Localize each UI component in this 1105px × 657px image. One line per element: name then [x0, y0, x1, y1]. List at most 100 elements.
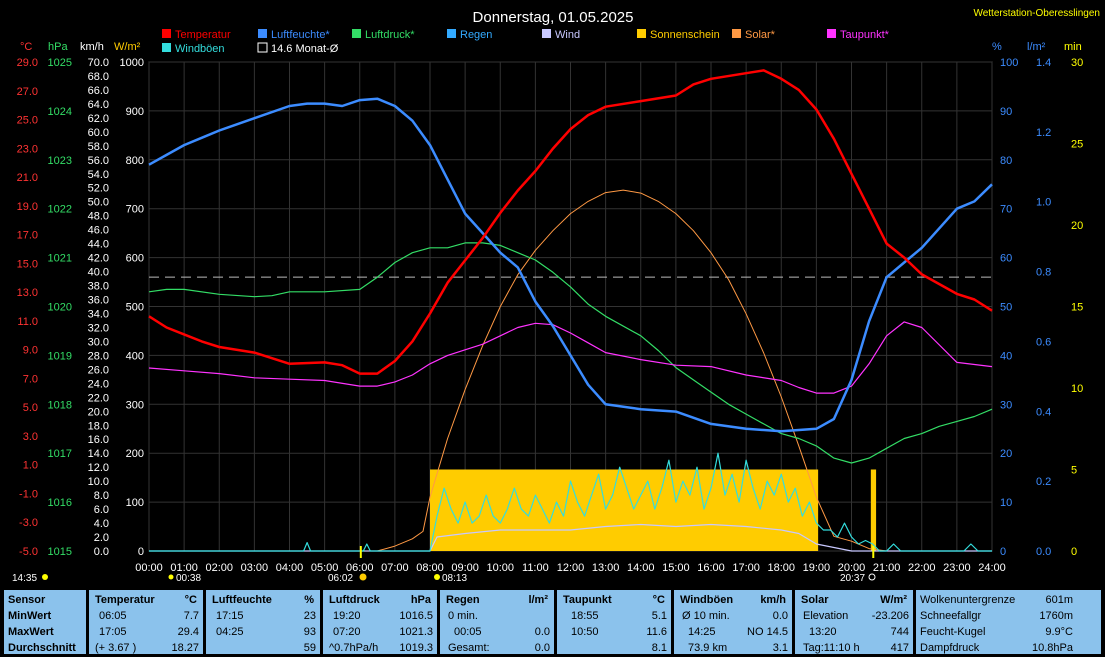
wetbulb-label: Feucht-Kugel	[920, 626, 986, 638]
press-max-time: 07:20	[333, 626, 361, 638]
rain-total-label: Gesamt:	[448, 642, 490, 654]
kmh-tick: 2.0	[94, 532, 109, 544]
x-tick: 02:00	[205, 562, 233, 574]
temp-tick: 21.0	[17, 172, 38, 184]
kmh-tick: 8.0	[94, 490, 109, 502]
kmh-tick: 4.0	[94, 518, 109, 530]
panel-solar: Solar W/m² Elevation -23.206 13:20 744 Tag:…	[795, 590, 913, 654]
solar-daylength: Tag:11:10 h	[803, 642, 860, 654]
legend-label: Solar*	[745, 29, 776, 41]
panel-temp: Temperatur °C 06:05 7.7 17:05 29.4 (+ 3.67 …	[89, 590, 203, 654]
pct-tick: 70	[1000, 204, 1012, 216]
hum-max-time: 04:25	[216, 626, 244, 638]
unit-min: min	[1064, 41, 1082, 53]
wind-max-value: NO 14.5	[747, 626, 788, 638]
kmh-tick: 46.0	[88, 225, 109, 237]
min-tick: 5	[1071, 465, 1077, 477]
vapor-label: Dampfdruck	[920, 642, 980, 654]
kmh-tick: 6.0	[94, 504, 109, 516]
legend-label: Regen	[460, 29, 492, 41]
lm2-tick: 1.4	[1036, 57, 1051, 69]
legend-swatch	[732, 29, 741, 38]
rain-unit: l/m²	[528, 594, 548, 606]
kmh-tick: 18.0	[88, 420, 109, 432]
temp-tick: 23.0	[17, 143, 38, 155]
temp-tick: 1.0	[23, 460, 38, 472]
panel-rain: Regen l/m² 0 min. 00:05 0.0 Gesamt: 0.0	[440, 590, 554, 654]
temp-tick: 5.0	[23, 402, 38, 414]
unit-wm2: W/m²	[114, 41, 141, 53]
wm2-tick: 500	[126, 302, 144, 314]
kmh-tick: 20.0	[88, 406, 109, 418]
pct-tick: 30	[1000, 399, 1012, 411]
wm2-tick: 700	[126, 204, 144, 216]
legend-item: Sonnenschein	[637, 29, 720, 41]
hpa-tick: 1025	[48, 57, 72, 69]
pct-tick: 60	[1000, 253, 1012, 265]
temp-title: Temperatur	[95, 594, 155, 606]
marker-moonset: 00:38	[176, 573, 201, 584]
panel-wind: Windböen km/h Ø 10 min. 0.0 14:25 NO 14.5 7…	[674, 590, 792, 654]
wm2-tick: 800	[126, 155, 144, 167]
panel-hum: Luftfeuchte% 17:15 23 04:25 93 59	[206, 590, 320, 654]
kmh-tick: 64.0	[88, 99, 109, 111]
legend-swatch	[827, 29, 836, 38]
x-tick: 17:00	[732, 562, 760, 574]
hpa-tick: 1020	[48, 302, 72, 314]
wm2-tick: 200	[126, 448, 144, 460]
kmh-tick: 0.0	[94, 546, 109, 558]
temp-tick: 11.0	[17, 316, 38, 328]
hpa-tick: 1021	[48, 253, 72, 265]
legend-swatch	[162, 43, 171, 52]
temp-tick: 17.0	[17, 230, 38, 242]
legend-item: 14.6 Monat-Ø	[257, 42, 339, 55]
pct-tick: 100	[1000, 57, 1018, 69]
temp-avg-note: (+ 3.67 )	[95, 642, 137, 654]
temp-avg-value: 18.27	[171, 642, 199, 654]
x-tick: 08:00	[416, 562, 444, 574]
press-title: Luftdruck	[329, 594, 380, 606]
hpa-tick: 1019	[48, 350, 72, 362]
row-label-max: MaxWert	[8, 626, 54, 638]
hpa-tick: 1015	[48, 546, 72, 558]
hum-avg-value: 59	[303, 642, 316, 654]
wm2-tick: 300	[126, 399, 144, 411]
weather-chart: Donnerstag, 01.05.2025 Wetterstation-Obe…	[0, 0, 1105, 586]
x-tick: 15:00	[662, 562, 690, 574]
legend-swatch	[162, 29, 171, 38]
kmh-tick: 26.0	[88, 364, 109, 376]
kmh-tick: 12.0	[88, 462, 109, 474]
solar-max-value: 744	[890, 626, 909, 638]
snowline-value: 1760m	[1039, 610, 1073, 622]
hpa-tick: 1017	[48, 448, 72, 460]
snowline-label: Schneefallgr	[920, 610, 982, 622]
press-min-value: 1016.5	[399, 610, 433, 622]
press-max-value: 1021.3	[399, 626, 433, 638]
wind-avg-value: 3.1	[772, 642, 788, 654]
dew-avg-value: 8.1	[651, 642, 667, 654]
legend-swatch	[352, 29, 361, 38]
x-tick: 12:00	[557, 562, 585, 574]
temp-max-time: 17:05	[99, 626, 127, 638]
press-unit: hPa	[410, 594, 431, 606]
legend-swatch	[447, 29, 456, 38]
legend-label: Windböen	[175, 43, 225, 55]
kmh-tick: 62.0	[88, 113, 109, 125]
x-tick: 13:00	[592, 562, 620, 574]
legend-label: Taupunkt*	[840, 29, 890, 41]
legend-swatch	[257, 42, 268, 53]
lm2-tick: 0.2	[1036, 476, 1051, 488]
wind-avg10-label: Ø 10 min.	[682, 610, 730, 622]
wm2-tick: 600	[126, 253, 144, 265]
unit-lm2: l/m²	[1027, 41, 1046, 53]
solar-max-time: 13:20	[809, 626, 837, 638]
temp-max-value: 29.4	[177, 626, 199, 638]
min-tick: 10	[1071, 383, 1083, 395]
lm2-tick: 0.0	[1036, 546, 1051, 558]
temp-tick: -1.0	[19, 488, 38, 500]
solar-title: Solar	[801, 594, 829, 606]
panel-misc: Wolkenuntergrenze 601m Schneefallgr 1760m …	[916, 590, 1101, 654]
kmh-tick: 22.0	[88, 392, 109, 404]
rain-max-time: 00:05	[454, 626, 482, 638]
x-tick: 24:00	[978, 562, 1006, 574]
